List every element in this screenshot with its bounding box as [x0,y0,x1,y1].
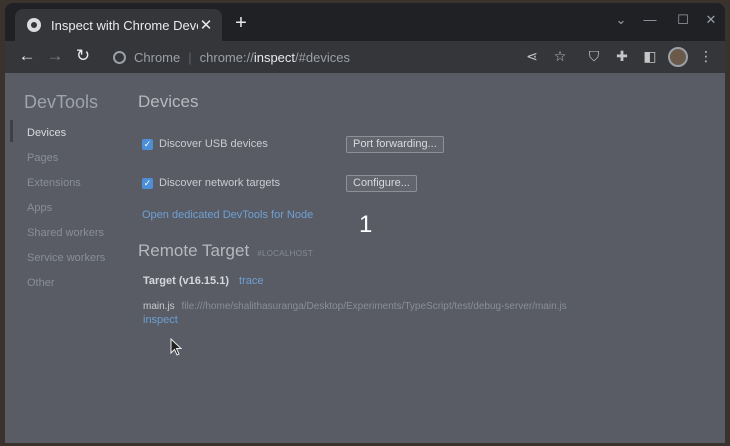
omnibox-separator: | [188,49,192,65]
shield-icon[interactable]: ⛉ [585,48,603,65]
sidebar-item-pages[interactable]: Pages [27,152,58,164]
reload-icon[interactable]: ↻ [73,46,93,66]
tab-title: Inspect with Chrome Developer Tools [51,17,198,33]
network-checkbox[interactable]: ✓ [142,177,153,189]
share-icon[interactable]: ⋖ [523,48,541,65]
url-host: inspect [253,49,296,65]
main-content: Devices ✓ Discover USB devices Port forw… [137,73,717,443]
chrome-favicon-icon [27,18,41,32]
open-node-devtools-link[interactable]: Open dedicated DevTools for Node [142,209,313,221]
url-scheme: chrome:// [199,49,254,65]
network-label: Discover network targets [159,177,281,189]
avatar[interactable] [668,47,688,67]
site-label: Chrome [134,49,181,65]
toolbar: ← → ↻ Chrome | chrome://inspect/#devices… [5,41,725,73]
address-bar[interactable]: Chrome | chrome://inspect/#devices [103,43,573,71]
maximize-icon[interactable]: ☐ [675,12,691,28]
network-discovery-row: ✓ Discover network targets [142,177,280,189]
star-icon[interactable]: ☆ [551,48,569,65]
target-file-name: main.js [143,301,175,312]
sidebar: DevTools Devices Pages Extensions Apps S… [5,73,125,443]
target-name: Target (v16.15.1) [143,275,230,287]
forward-icon[interactable]: → [45,46,65,66]
target-header: Target (v16.15.1) trace [143,275,263,287]
side-panel-icon[interactable]: ◧ [641,48,659,65]
minimize-icon[interactable]: — [642,12,658,27]
remote-target-title: Remote Target [138,241,250,260]
mouse-cursor-icon [170,338,183,356]
page-title: Devices [138,92,199,111]
tab-inspect[interactable]: Inspect with Chrome Developer Tools ✕ [15,9,222,41]
kebab-menu-icon[interactable]: ⋮ [697,48,715,65]
sidebar-item-shared-workers[interactable]: Shared workers [27,227,104,239]
tab-search-icon[interactable]: ⌄ [613,12,629,28]
back-icon[interactable]: ← [17,46,37,66]
close-window-icon[interactable]: ✕ [703,12,719,28]
inspect-page: DevTools Devices Pages Extensions Apps S… [5,73,725,443]
sidebar-item-extensions[interactable]: Extensions [27,177,81,189]
new-tab-button[interactable]: + [231,12,251,35]
port-forwarding-button[interactable]: Port forwarding... [346,136,444,153]
active-indicator [10,120,13,142]
site-info-icon[interactable] [113,50,126,64]
target-entry: main.js file:///home/shalithasuranga/Des… [143,301,567,312]
localhost-tag: #LOCALHOST [257,249,314,258]
browser-window: Inspect with Chrome Developer Tools ✕ + … [5,3,725,443]
sidebar-title: DevTools [24,92,99,112]
sidebar-item-other[interactable]: Other [27,277,55,289]
close-tab-icon[interactable]: ✕ [198,16,214,34]
tab-strip: Inspect with Chrome Developer Tools ✕ + … [5,3,725,41]
remote-target-heading: Remote Target #LOCALHOST [138,241,313,261]
puzzle-icon[interactable]: ✚ [613,48,631,65]
sidebar-item-devices[interactable]: Devices [27,127,66,139]
step-number: 1 [359,211,373,238]
inspect-link[interactable]: inspect [143,314,178,326]
url-path: /#devices [295,49,350,65]
sidebar-item-apps[interactable]: Apps [27,202,52,214]
trace-link[interactable]: trace [239,275,263,287]
configure-button[interactable]: Configure... [346,175,417,192]
target-file-path: file:///home/shalithasuranga/Desktop/Exp… [181,301,567,312]
usb-checkbox[interactable]: ✓ [142,138,153,150]
usb-label: Discover USB devices [159,138,268,150]
sidebar-item-service-workers[interactable]: Service workers [27,252,105,264]
usb-discovery-row: ✓ Discover USB devices [142,138,268,150]
